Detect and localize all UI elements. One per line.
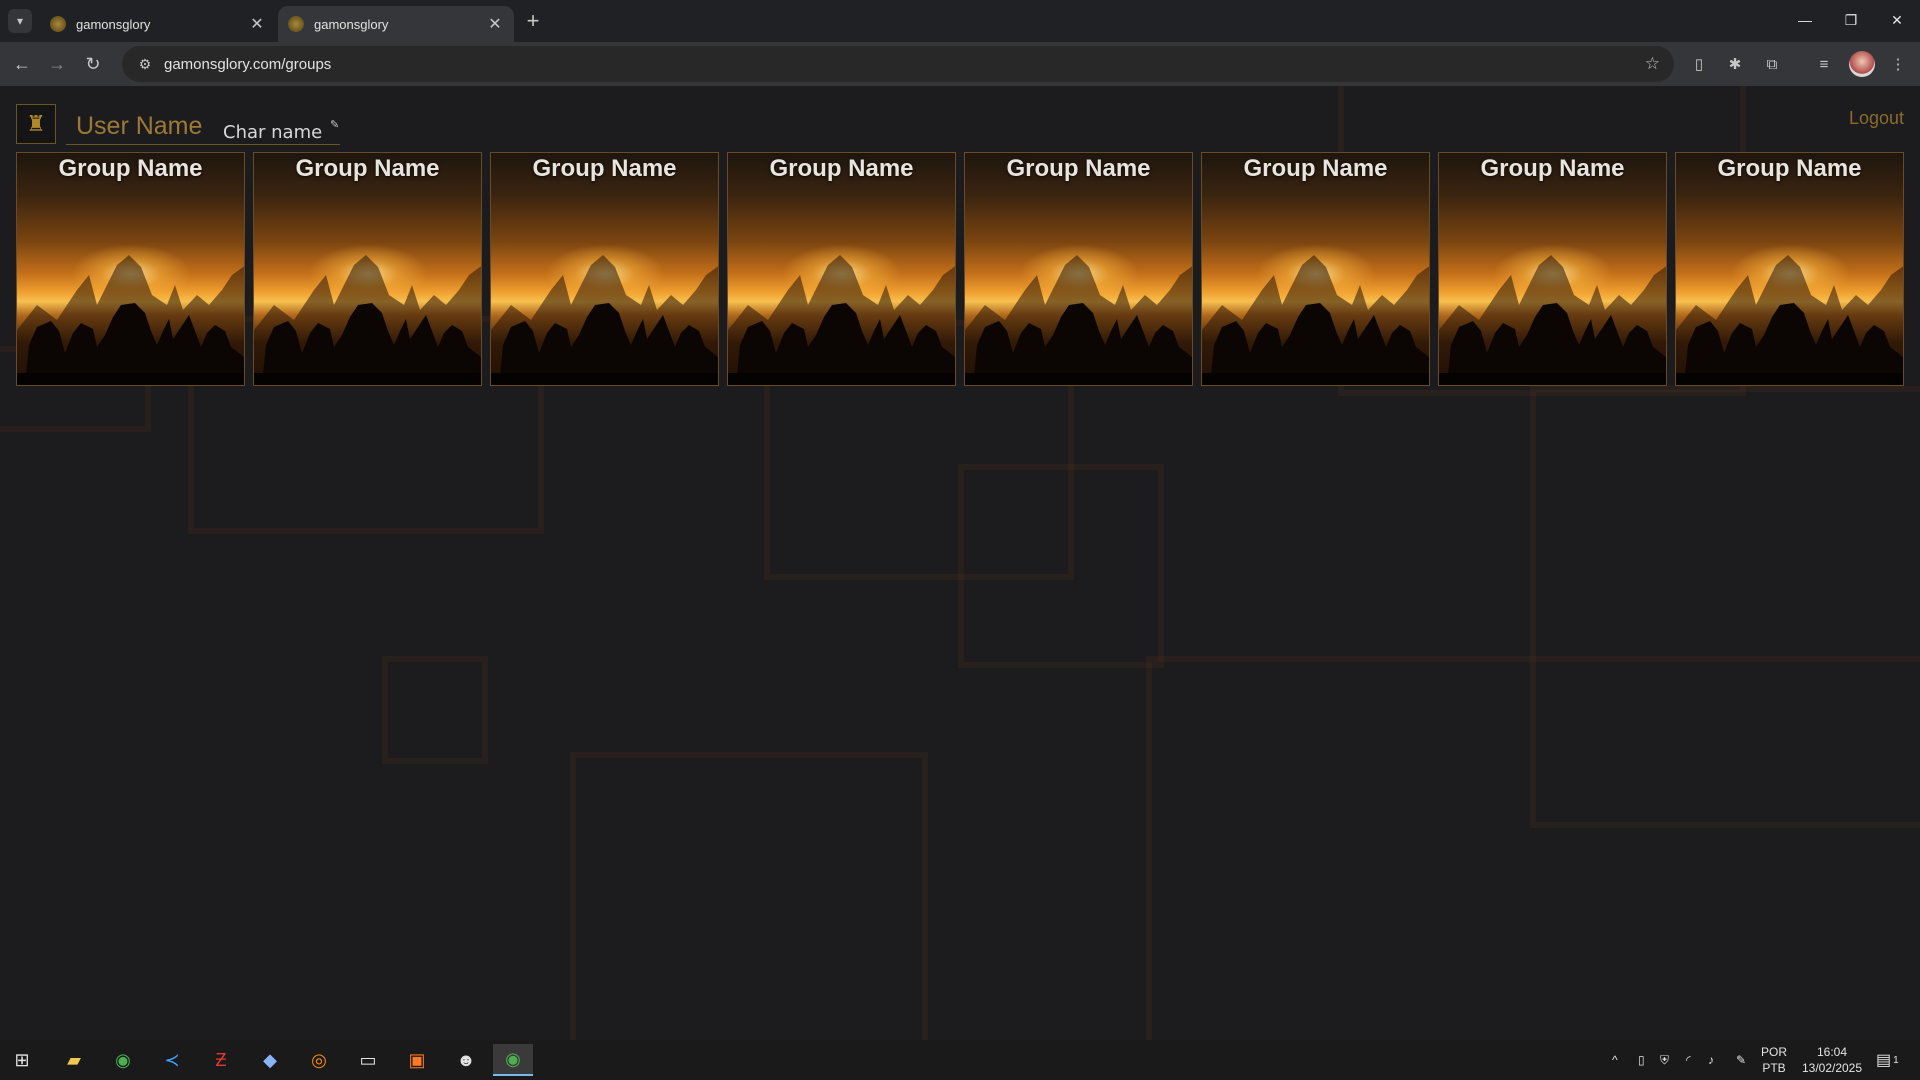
warrior-silhouette-image	[728, 255, 955, 385]
tray-expand-icon[interactable]: ^	[1612, 1040, 1618, 1080]
filezilla-icon[interactable]: Ƶ	[201, 1044, 241, 1076]
input-language[interactable]: POR PTB	[1760, 1044, 1788, 1076]
group-card[interactable]: Group Name	[253, 152, 482, 386]
reading-mode-icon[interactable]: ▯	[1687, 52, 1711, 76]
clock-time: 16:04	[1816, 1045, 1848, 1059]
group-card[interactable]: Group Name	[490, 152, 719, 386]
browser-tab[interactable]: gamonsglory ✕	[40, 6, 276, 42]
group-name: Group Name	[295, 155, 440, 182]
group-card[interactable]: Group Name	[964, 152, 1193, 386]
site-logo-icon[interactable]: ♜	[16, 104, 56, 144]
warrior-silhouette-image	[1676, 255, 1903, 385]
extension-icon[interactable]: ✱	[1723, 52, 1747, 76]
pen-icon[interactable]: ✎	[1736, 1040, 1746, 1080]
group-card[interactable]: Group Name	[727, 152, 956, 386]
blender-icon[interactable]: ◎	[299, 1044, 339, 1076]
close-window-icon[interactable]: ✕	[1874, 6, 1920, 34]
warrior-silhouette-image	[1439, 255, 1666, 385]
group-name: Group Name	[769, 155, 914, 182]
tab-title: gamonsglory	[76, 16, 151, 32]
background-decoration	[958, 464, 1164, 668]
group-name: Group Name	[1717, 155, 1862, 182]
extensions-puzzle-icon[interactable]: ⧉	[1760, 52, 1784, 76]
vscode-icon[interactable]: ≺	[152, 1044, 192, 1076]
background-decoration	[1530, 386, 1920, 828]
windows-start-icon[interactable]: ⊞	[2, 1044, 42, 1076]
tab-title: gamonsglory	[314, 16, 389, 32]
warrior-silhouette-image	[254, 255, 481, 385]
chrome-icon[interactable]: ◉	[103, 1044, 143, 1076]
clock-date: 13/02/2025	[1801, 1061, 1863, 1075]
forward-icon[interactable]: →	[43, 50, 71, 78]
language-code: POR	[1760, 1045, 1787, 1059]
tab-search-button[interactable]: ▾	[8, 9, 32, 33]
media-control-icon[interactable]: ≡	[1812, 52, 1836, 76]
group-name: Group Name	[1243, 155, 1388, 182]
background-decoration	[1146, 656, 1920, 662]
new-tab-button[interactable]: +	[520, 8, 546, 34]
warrior-silhouette-image	[491, 255, 718, 385]
browser-toolbar: ← → ↻ ⚙ gamonsglory.com/groups ☆ ▯ ✱ ⧉ ≡…	[0, 42, 1920, 86]
page-viewport: ♜ User Name Char name ✎ Logout Group Nam…	[0, 86, 1920, 1040]
browser-menu-icon[interactable]: ⋮	[1886, 52, 1910, 76]
xampp-icon[interactable]: ▣	[397, 1044, 437, 1076]
char-name: Char name	[223, 122, 323, 143]
notification-icon[interactable]: ▤ 1	[1876, 1040, 1899, 1080]
reload-icon[interactable]: ↻	[79, 50, 107, 78]
warrior-silhouette-image	[965, 255, 1192, 385]
url-text[interactable]: gamonsglory.com/groups	[164, 56, 331, 73]
group-name: Group Name	[1480, 155, 1625, 182]
user-name: User Name	[76, 112, 203, 140]
site-settings-icon[interactable]: ⚙	[130, 56, 160, 73]
tray-security-icon[interactable]: ⛨	[1660, 1040, 1669, 1080]
address-bar[interactable]: ⚙ gamonsglory.com/groups ☆	[122, 46, 1674, 82]
file-explorer-icon[interactable]: ▰	[54, 1044, 94, 1076]
app-icon[interactable]: ◆	[250, 1044, 290, 1076]
warrior-silhouette-image	[1202, 255, 1429, 385]
tray-device-icon[interactable]: ▯	[1638, 1040, 1645, 1080]
group-grid: Group Name Group Name Group Name Group Name…	[16, 152, 1904, 386]
background-decoration	[382, 656, 488, 764]
site-favicon-icon	[288, 16, 304, 32]
notification-count: 1	[1893, 1054, 1899, 1066]
site-favicon-icon	[50, 16, 66, 32]
os-taskbar: ⊞ ▰ ◉ ≺ Ƶ ◆ ◎ ▭ ▣ ☻ ◉ ^ ▯ ⛨ ◜ ♪ ✎ POR PT…	[0, 1040, 1920, 1080]
app-icon[interactable]: ☻	[446, 1044, 486, 1076]
group-card[interactable]: Group Name	[1201, 152, 1430, 386]
browser-tab-strip: ▾ gamonsglory ✕ gamonsglory ✕ + — ❐ ✕	[0, 0, 1920, 42]
keyboard-layout: PTB	[1762, 1061, 1786, 1075]
background-decoration	[1146, 662, 1152, 1040]
logout-link[interactable]: Logout	[1849, 108, 1904, 129]
group-name: Group Name	[1006, 155, 1151, 182]
browser-tab-active[interactable]: gamonsglory ✕	[278, 6, 514, 42]
chrome-active-icon[interactable]: ◉	[493, 1044, 533, 1076]
group-name: Group Name	[58, 155, 203, 182]
restore-icon[interactable]: ❐	[1828, 6, 1874, 34]
group-name: Group Name	[532, 155, 677, 182]
network-icon[interactable]: ◜	[1686, 1040, 1691, 1080]
edit-icon[interactable]: ✎	[330, 118, 339, 131]
volume-icon[interactable]: ♪	[1708, 1040, 1714, 1080]
group-card[interactable]: Group Name	[16, 152, 245, 386]
terminal-icon[interactable]: ▭	[348, 1044, 388, 1076]
bookmark-star-icon[interactable]: ☆	[1645, 54, 1660, 74]
close-tab-icon[interactable]: ✕	[248, 15, 266, 33]
back-icon[interactable]: ←	[8, 50, 36, 78]
profile-avatar[interactable]	[1849, 51, 1875, 77]
minimize-icon[interactable]: —	[1782, 6, 1828, 34]
header-divider	[66, 144, 340, 145]
warrior-silhouette-image	[17, 255, 244, 385]
close-tab-icon[interactable]: ✕	[486, 15, 504, 33]
group-card[interactable]: Group Name	[1438, 152, 1667, 386]
system-clock[interactable]: 16:04 13/02/2025	[1790, 1044, 1874, 1076]
group-card[interactable]: Group Name	[1675, 152, 1904, 386]
background-decoration	[570, 752, 928, 1040]
